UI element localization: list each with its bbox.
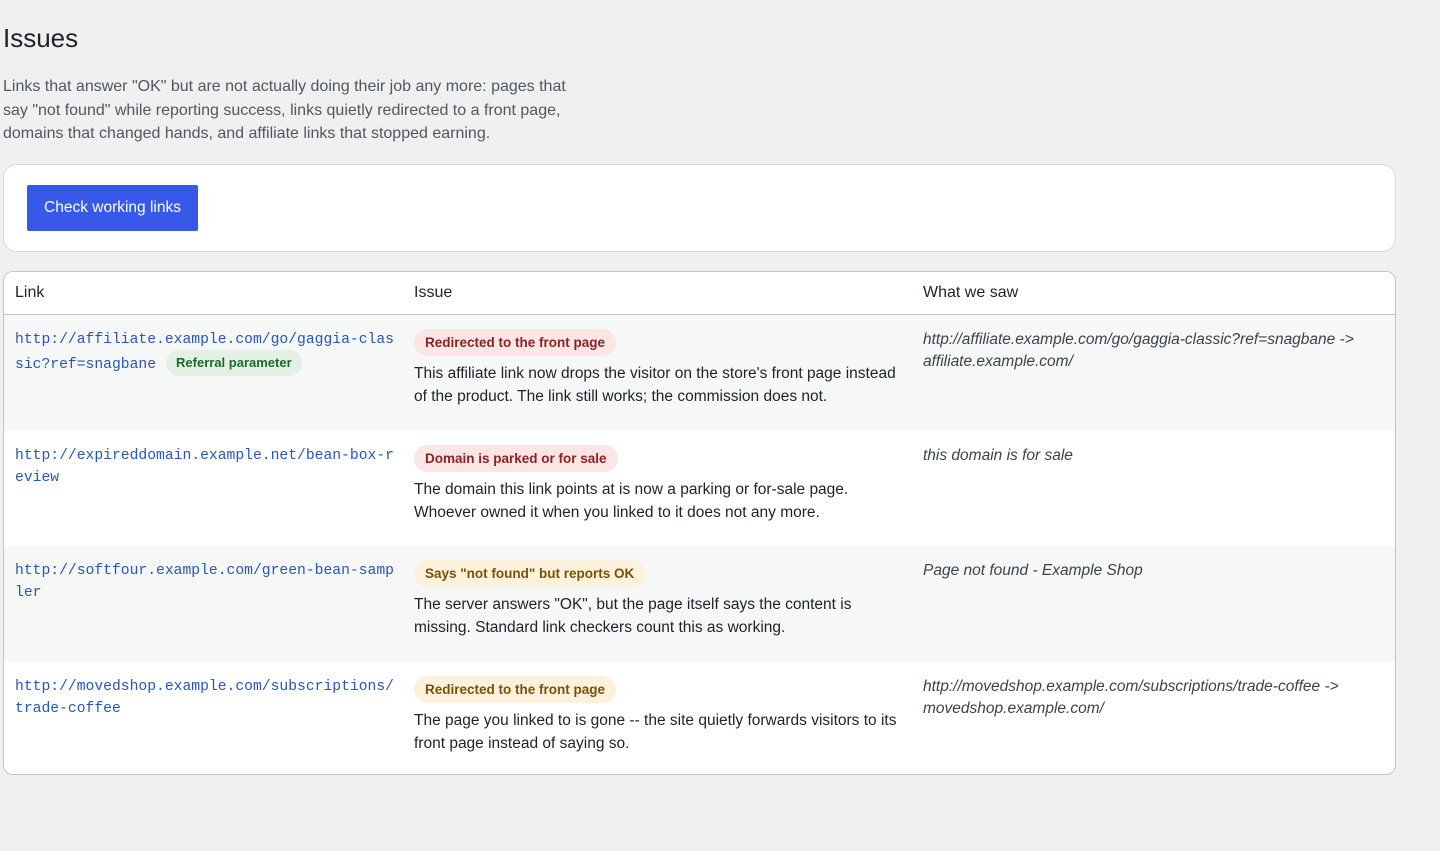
link-url[interactable]: http://softfour.example.com/green-bean-s… [15,563,394,601]
issue-badge: Redirected to the front page [414,675,617,703]
table-row: http://softfour.example.com/green-bean-s… [4,546,1395,662]
link-cell: http://softfour.example.com/green-bean-s… [15,560,395,604]
table-row: http://affiliate.example.com/go/gaggia-c… [4,315,1395,431]
table-row: http://movedshop.example.com/subscriptio… [4,661,1395,774]
link-cell: http://affiliate.example.com/go/gaggia-c… [15,329,395,377]
issue-badge: Domain is parked or for sale [414,444,618,472]
link-cell: http://movedshop.example.com/subscriptio… [15,676,395,720]
link-cell: http://expireddomain.example.net/bean-bo… [15,445,395,489]
column-header-what-we-saw: What we saw [923,284,1019,301]
column-header-link: Link [15,284,45,301]
issue-cell: Says "not found" but reports OK The serv… [414,560,904,639]
what-we-saw-cell: Page not found - Example Shop [923,562,1143,579]
column-header-issue: Issue [414,284,453,301]
issue-description: This affiliate link now drops the visito… [414,365,896,405]
issues-table: Link Issue What we saw http://affiliate.… [3,271,1396,775]
table-row: http://expireddomain.example.net/bean-bo… [4,430,1395,546]
actions-panel: Check working links [3,164,1396,252]
check-working-links-button[interactable]: Check working links [27,185,198,231]
issue-badge: Says "not found" but reports OK [414,560,646,587]
page-title: Issues [3,23,79,53]
issue-description: The domain this link points at is now a … [414,480,849,521]
issue-cell: Redirected to the front page This affili… [414,329,904,408]
referral-parameter-tag: Referral parameter [166,350,302,376]
issue-cell: Domain is parked or for sale The domain … [414,444,904,524]
page-description: Links that answer "OK" but are not actua… [3,78,566,142]
issue-description: The page you linked to is gone -- the si… [414,711,897,752]
what-we-saw-cell: http://movedshop.example.com/subscriptio… [923,677,1339,717]
issue-description: The server answers "OK", but the page it… [414,596,852,636]
table-header: Link Issue What we saw [4,272,1395,315]
issue-badge: Redirected to the front page [414,329,617,356]
link-url[interactable]: http://movedshop.example.com/subscriptio… [15,679,394,717]
link-url[interactable]: http://expireddomain.example.net/bean-bo… [15,448,394,486]
what-we-saw-cell: http://affiliate.example.com/go/gaggia-c… [923,331,1354,370]
issue-cell: Redirected to the front page The page yo… [414,675,904,755]
what-we-saw-cell: this domain is for sale [923,446,1073,464]
